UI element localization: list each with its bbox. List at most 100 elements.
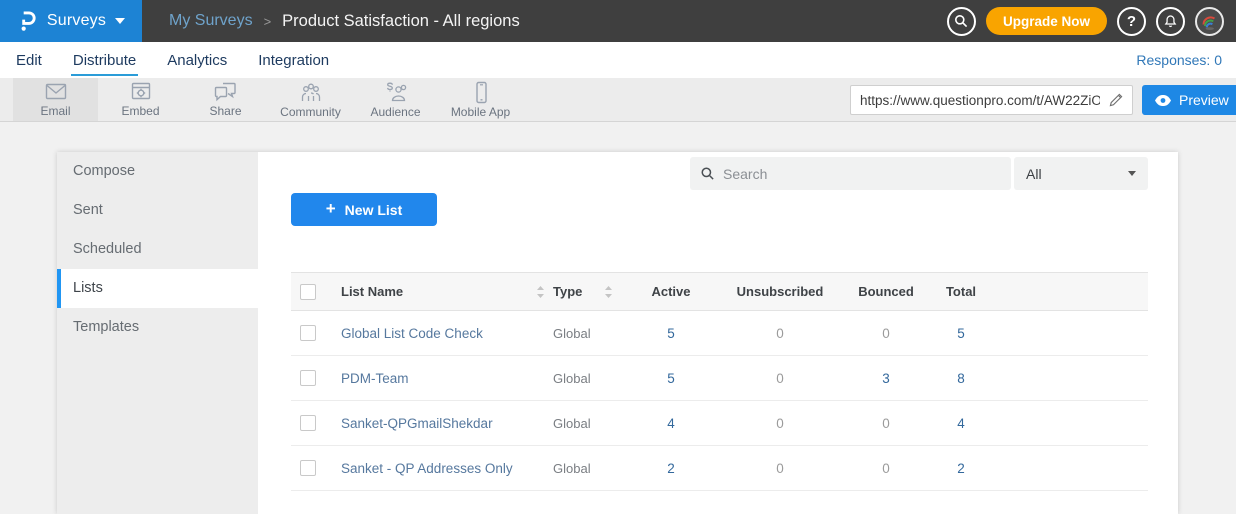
embed-icon <box>129 81 153 103</box>
table-row: Global List Code Check Global 5 0 0 5 <box>291 311 1148 356</box>
column-list-name[interactable]: List Name <box>341 284 403 299</box>
channel-embed[interactable]: Embed <box>98 78 183 121</box>
edit-url-button[interactable] <box>1103 88 1129 112</box>
plus-icon: + <box>326 199 336 219</box>
product-name: Surveys <box>47 12 106 30</box>
breadcrumb: My Surveys > Product Satisfaction - All … <box>169 12 520 31</box>
global-search-button[interactable] <box>947 7 976 36</box>
total-count[interactable]: 4 <box>933 401 989 446</box>
channel-audience[interactable]: Audience <box>353 78 438 121</box>
header-actions: Upgrade Now ? <box>947 7 1236 36</box>
list-type: Global <box>553 401 621 446</box>
column-bounced: Bounced <box>839 273 933 311</box>
list-filter-dropdown[interactable]: All <box>1014 157 1148 190</box>
unsubscribed-count: 0 <box>721 446 839 491</box>
sort-icon[interactable] <box>604 285 613 299</box>
channel-label: Audience <box>370 105 420 119</box>
list-name-link[interactable]: Sanket-QPGmailShekdar <box>341 401 553 446</box>
column-type[interactable]: Type <box>553 284 582 299</box>
responses-count: Responses: 0 <box>1136 52 1222 68</box>
row-checkbox[interactable] <box>300 370 316 386</box>
unsubscribed-count: 0 <box>721 401 839 446</box>
column-unsubscribed: Unsubscribed <box>721 273 839 311</box>
sidebar-item-sent[interactable]: Sent <box>57 191 258 230</box>
sidebar-item-lists[interactable]: Lists <box>57 269 258 308</box>
audience-icon <box>383 81 409 104</box>
upgrade-button[interactable]: Upgrade Now <box>986 7 1107 35</box>
preview-label: Preview <box>1179 92 1229 108</box>
column-total: Total <box>933 273 989 311</box>
sidebar-item-templates[interactable]: Templates <box>57 308 258 347</box>
sidebar-item-scheduled[interactable]: Scheduled <box>57 230 258 269</box>
survey-url-input[interactable] <box>850 85 1133 115</box>
distribute-toolbar: Email Embed Share Co <box>0 78 1236 122</box>
mobile-app-icon <box>469 81 493 104</box>
search-icon <box>953 13 969 29</box>
bounced-count: 0 <box>839 311 933 356</box>
list-name-link[interactable]: PDM-Team <box>341 356 553 401</box>
pencil-icon <box>1108 92 1124 108</box>
channel-community[interactable]: Community <box>268 78 353 121</box>
tab-analytics[interactable]: Analytics <box>165 45 229 76</box>
row-checkbox[interactable] <box>300 415 316 431</box>
page-background: Compose Sent Scheduled Lists Templates A… <box>0 122 1236 514</box>
email-icon <box>43 81 69 103</box>
account-avatar[interactable] <box>1195 7 1224 36</box>
sort-icon[interactable] <box>536 285 545 299</box>
list-type: Global <box>553 311 621 356</box>
breadcrumb-my-surveys[interactable]: My Surveys <box>169 12 253 30</box>
filter-selected-value: All <box>1026 166 1042 182</box>
total-count[interactable]: 2 <box>933 446 989 491</box>
unsubscribed-count: 0 <box>721 311 839 356</box>
bounced-count: 0 <box>839 446 933 491</box>
table-header-row: List Name Type <box>291 273 1148 311</box>
column-active: Active <box>621 273 721 311</box>
sidebar-item-compose[interactable]: Compose <box>57 152 258 191</box>
channel-label: Mobile App <box>451 105 510 119</box>
active-count[interactable]: 2 <box>621 446 721 491</box>
email-sidebar: Compose Sent Scheduled Lists Templates <box>57 152 258 514</box>
lists-content: All + New List <box>258 152 1178 514</box>
row-checkbox[interactable] <box>300 460 316 476</box>
notifications-button[interactable] <box>1156 7 1185 36</box>
breadcrumb-current-survey: Product Satisfaction - All regions <box>282 12 520 31</box>
channel-share[interactable]: Share <box>183 78 268 121</box>
table-row: PDM-Team Global 5 0 3 8 <box>291 356 1148 401</box>
bounced-count[interactable]: 3 <box>839 356 933 401</box>
channel-mobile-app[interactable]: Mobile App <box>438 78 523 121</box>
channel-label: Embed <box>121 104 159 118</box>
list-name-link[interactable]: Sanket - QP Addresses Only <box>341 446 553 491</box>
table-row: Sanket-QPGmailShekdar Global 4 0 0 4 <box>291 401 1148 446</box>
tab-integration[interactable]: Integration <box>256 45 331 76</box>
channel-email[interactable]: Email <box>13 78 98 121</box>
active-count[interactable]: 5 <box>621 356 721 401</box>
share-icon <box>213 81 238 103</box>
list-search-input[interactable] <box>723 166 1001 182</box>
row-checkbox[interactable] <box>300 325 316 341</box>
new-list-label: New List <box>345 202 403 218</box>
chevron-down-icon <box>115 18 125 24</box>
channel-label: Email <box>40 104 70 118</box>
product-switcher[interactable]: Surveys <box>0 0 142 42</box>
select-all-checkbox[interactable] <box>300 284 316 300</box>
question-mark-icon: ? <box>1127 13 1136 30</box>
survey-url-group <box>850 85 1133 115</box>
tab-distribute[interactable]: Distribute <box>71 45 138 76</box>
help-button[interactable]: ? <box>1117 7 1146 36</box>
unsubscribed-count: 0 <box>721 356 839 401</box>
total-count[interactable]: 8 <box>933 356 989 401</box>
tab-edit[interactable]: Edit <box>14 45 44 76</box>
new-list-button[interactable]: + New List <box>291 193 437 226</box>
list-type: Global <box>553 356 621 401</box>
list-name-link[interactable]: Global List Code Check <box>341 311 553 356</box>
questionpro-app: Surveys My Surveys > Product Satisfactio… <box>0 0 1236 514</box>
bell-icon <box>1163 13 1178 29</box>
questionpro-logo-icon <box>17 9 38 33</box>
eye-icon <box>1154 94 1172 107</box>
table-row: Sanket - QP Addresses Only Global 2 0 0 … <box>291 446 1148 491</box>
active-count[interactable]: 4 <box>621 401 721 446</box>
total-count[interactable]: 5 <box>933 311 989 356</box>
email-lists-card: Compose Sent Scheduled Lists Templates A… <box>57 152 1178 514</box>
preview-button[interactable]: Preview <box>1142 85 1236 115</box>
active-count[interactable]: 5 <box>621 311 721 356</box>
